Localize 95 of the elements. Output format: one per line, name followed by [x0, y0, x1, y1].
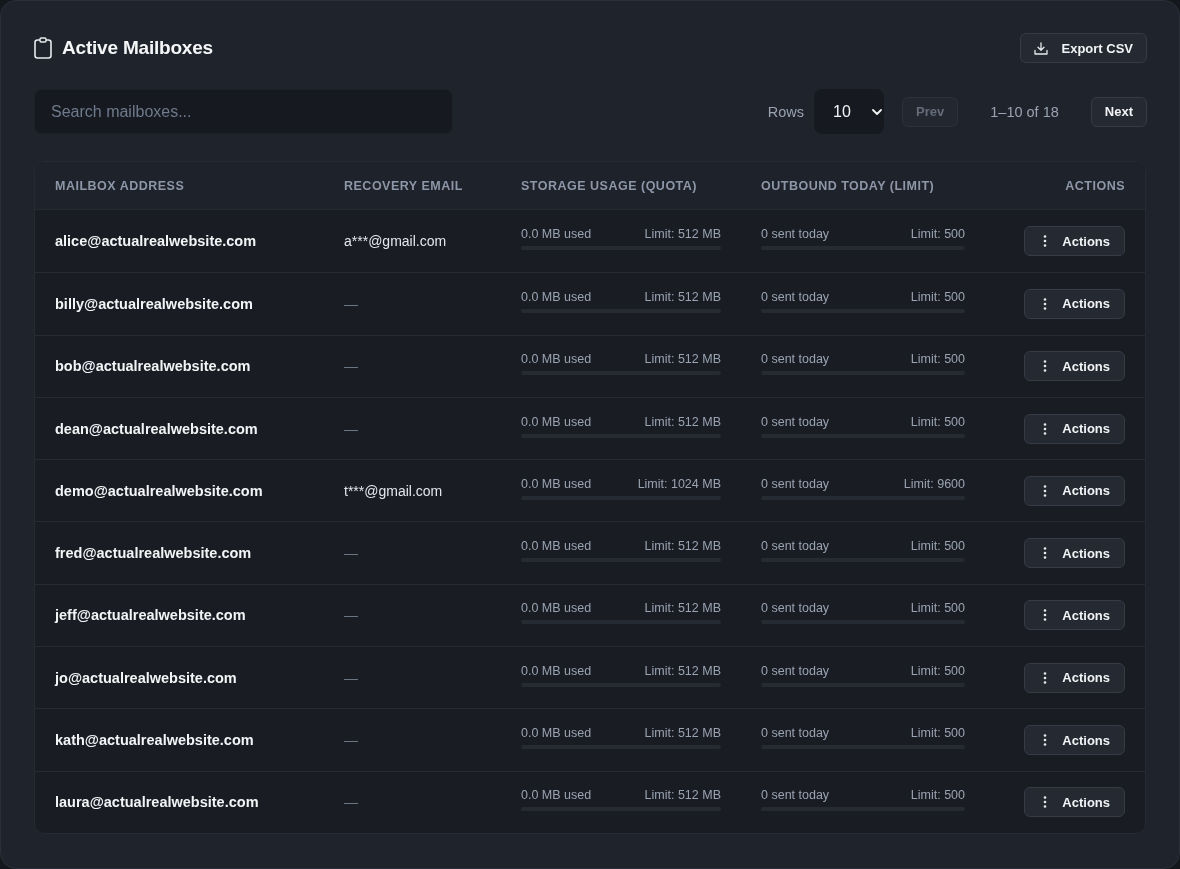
send-limit: Limit: 500 [910, 788, 965, 803]
export-csv-button[interactable]: Export CSV [1020, 33, 1147, 63]
column-header: RECOVERY EMAIL [344, 178, 464, 193]
chevron-down-icon [872, 108, 883, 115]
send-limit: Limit: 500 [910, 289, 965, 304]
send-limit: Limit: 9600 [903, 476, 965, 491]
rows-label: Rows [767, 103, 805, 120]
kebab-menu-icon [1043, 671, 1047, 684]
sent-today: 0 sent today [761, 788, 830, 803]
recovery-email: — [344, 420, 358, 437]
storage-used: 0.0 MB used [521, 227, 592, 242]
storage-limit: Limit: 512 MB [644, 539, 721, 554]
recovery-email: — [344, 607, 358, 624]
storage-used: 0.0 MB used [521, 788, 592, 803]
kebab-menu-icon [1043, 547, 1047, 560]
sent-today: 0 sent today [761, 726, 830, 740]
mailbox-address: billy@actualrealwebsite.com [55, 295, 253, 312]
actions-button[interactable]: Actions [1024, 226, 1125, 257]
actions-button[interactable]: Actions [1024, 662, 1125, 693]
storage-limit: Limit: 1024 MB [637, 476, 721, 491]
clipboard-icon [34, 37, 52, 59]
recovery-email: — [344, 794, 358, 811]
send-limit: Limit: 500 [910, 227, 965, 242]
storage-used: 0.0 MB used [521, 476, 592, 491]
sent-today: 0 sent today [761, 289, 830, 304]
mailbox-address: fred@actualrealwebsite.com [55, 545, 252, 562]
mailbox-address: jeff@actualrealwebsite.com [55, 607, 246, 624]
sent-today: 0 sent today [761, 601, 830, 616]
send-limit: Limit: 500 [910, 726, 965, 740]
column-header: MAILBOX ADDRESS [55, 178, 186, 193]
page-range: 1–10 of 18 [989, 103, 1060, 120]
mailbox-address: alice@actualrealwebsite.com [55, 233, 257, 250]
actions-button[interactable]: Actions [1024, 351, 1125, 382]
kebab-menu-icon [1043, 484, 1047, 497]
download-icon [1034, 41, 1049, 55]
recovery-email: a***@gmail.com [344, 233, 447, 250]
kebab-menu-icon [1043, 422, 1047, 435]
recovery-email: — [344, 295, 358, 312]
actions-button[interactable]: Actions [1024, 538, 1125, 569]
column-header: ACTIONS [1065, 178, 1125, 193]
send-limit: Limit: 500 [910, 663, 965, 678]
storage-limit: Limit: 512 MB [644, 414, 721, 429]
storage-used: 0.0 MB used [521, 601, 592, 616]
mailbox-address: kath@actualrealwebsite.com [55, 732, 254, 748]
storage-limit: Limit: 512 MB [644, 289, 721, 304]
kebab-menu-icon [1043, 297, 1047, 310]
mailbox-address: bob@actualrealwebsite.com [55, 358, 251, 375]
send-limit: Limit: 500 [910, 601, 965, 616]
mailbox-address: demo@actualrealwebsite.com [55, 482, 263, 499]
sent-today: 0 sent today [761, 227, 830, 242]
send-limit: Limit: 500 [910, 539, 965, 554]
send-limit: Limit: 500 [910, 414, 965, 429]
storage-used: 0.0 MB used [521, 414, 592, 429]
storage-used: 0.0 MB used [521, 352, 592, 367]
sent-today: 0 sent today [761, 539, 830, 554]
recovery-email: t***@gmail.com [344, 482, 443, 499]
recovery-email: — [344, 732, 358, 748]
actions-button[interactable]: Actions [1024, 600, 1125, 631]
recovery-email: — [344, 545, 358, 562]
storage-limit: Limit: 512 MB [644, 352, 721, 367]
storage-used: 0.0 MB used [521, 726, 592, 740]
recovery-email: — [344, 358, 358, 375]
actions-button[interactable]: Actions [1024, 787, 1125, 818]
kebab-menu-icon [1043, 734, 1047, 746]
send-limit: Limit: 500 [910, 352, 965, 367]
actions-button[interactable]: Actions [1024, 413, 1125, 444]
storage-used: 0.0 MB used [521, 663, 592, 678]
storage-limit: Limit: 512 MB [644, 726, 721, 740]
page-title: Active Mailboxes [62, 37, 213, 59]
storage-limit: Limit: 512 MB [644, 663, 721, 678]
storage-limit: Limit: 512 MB [644, 227, 721, 242]
actions-button[interactable]: Actions [1024, 725, 1125, 755]
actions-button[interactable]: Actions [1024, 475, 1125, 506]
search-field[interactable]: Search mailboxes... [34, 89, 453, 134]
kebab-menu-icon [1043, 609, 1047, 622]
column-header: STORAGE USAGE (QUOTA) [521, 178, 698, 193]
mailbox-address: jo@actualrealwebsite.com [55, 669, 237, 686]
mailbox-address: laura@actualrealwebsite.com [55, 794, 259, 811]
kebab-menu-icon [1043, 796, 1047, 809]
kebab-menu-icon [1043, 235, 1047, 248]
column-header: OUTBOUND TODAY (LIMIT) [761, 178, 936, 193]
next-button[interactable]: Next [1090, 96, 1147, 127]
actions-button[interactable]: Actions [1024, 288, 1125, 319]
sent-today: 0 sent today [761, 352, 830, 367]
rows-select[interactable]: 10 [814, 89, 885, 134]
storage-limit: Limit: 512 MB [644, 788, 721, 803]
storage-limit: Limit: 512 MB [644, 601, 721, 616]
storage-used: 0.0 MB used [521, 289, 592, 304]
sent-today: 0 sent today [761, 663, 830, 678]
sent-today: 0 sent today [761, 414, 830, 429]
recovery-email: — [344, 669, 358, 686]
kebab-menu-icon [1043, 360, 1047, 373]
mailbox-address: dean@actualrealwebsite.com [55, 420, 258, 437]
sent-today: 0 sent today [761, 476, 830, 491]
storage-used: 0.0 MB used [521, 539, 592, 554]
